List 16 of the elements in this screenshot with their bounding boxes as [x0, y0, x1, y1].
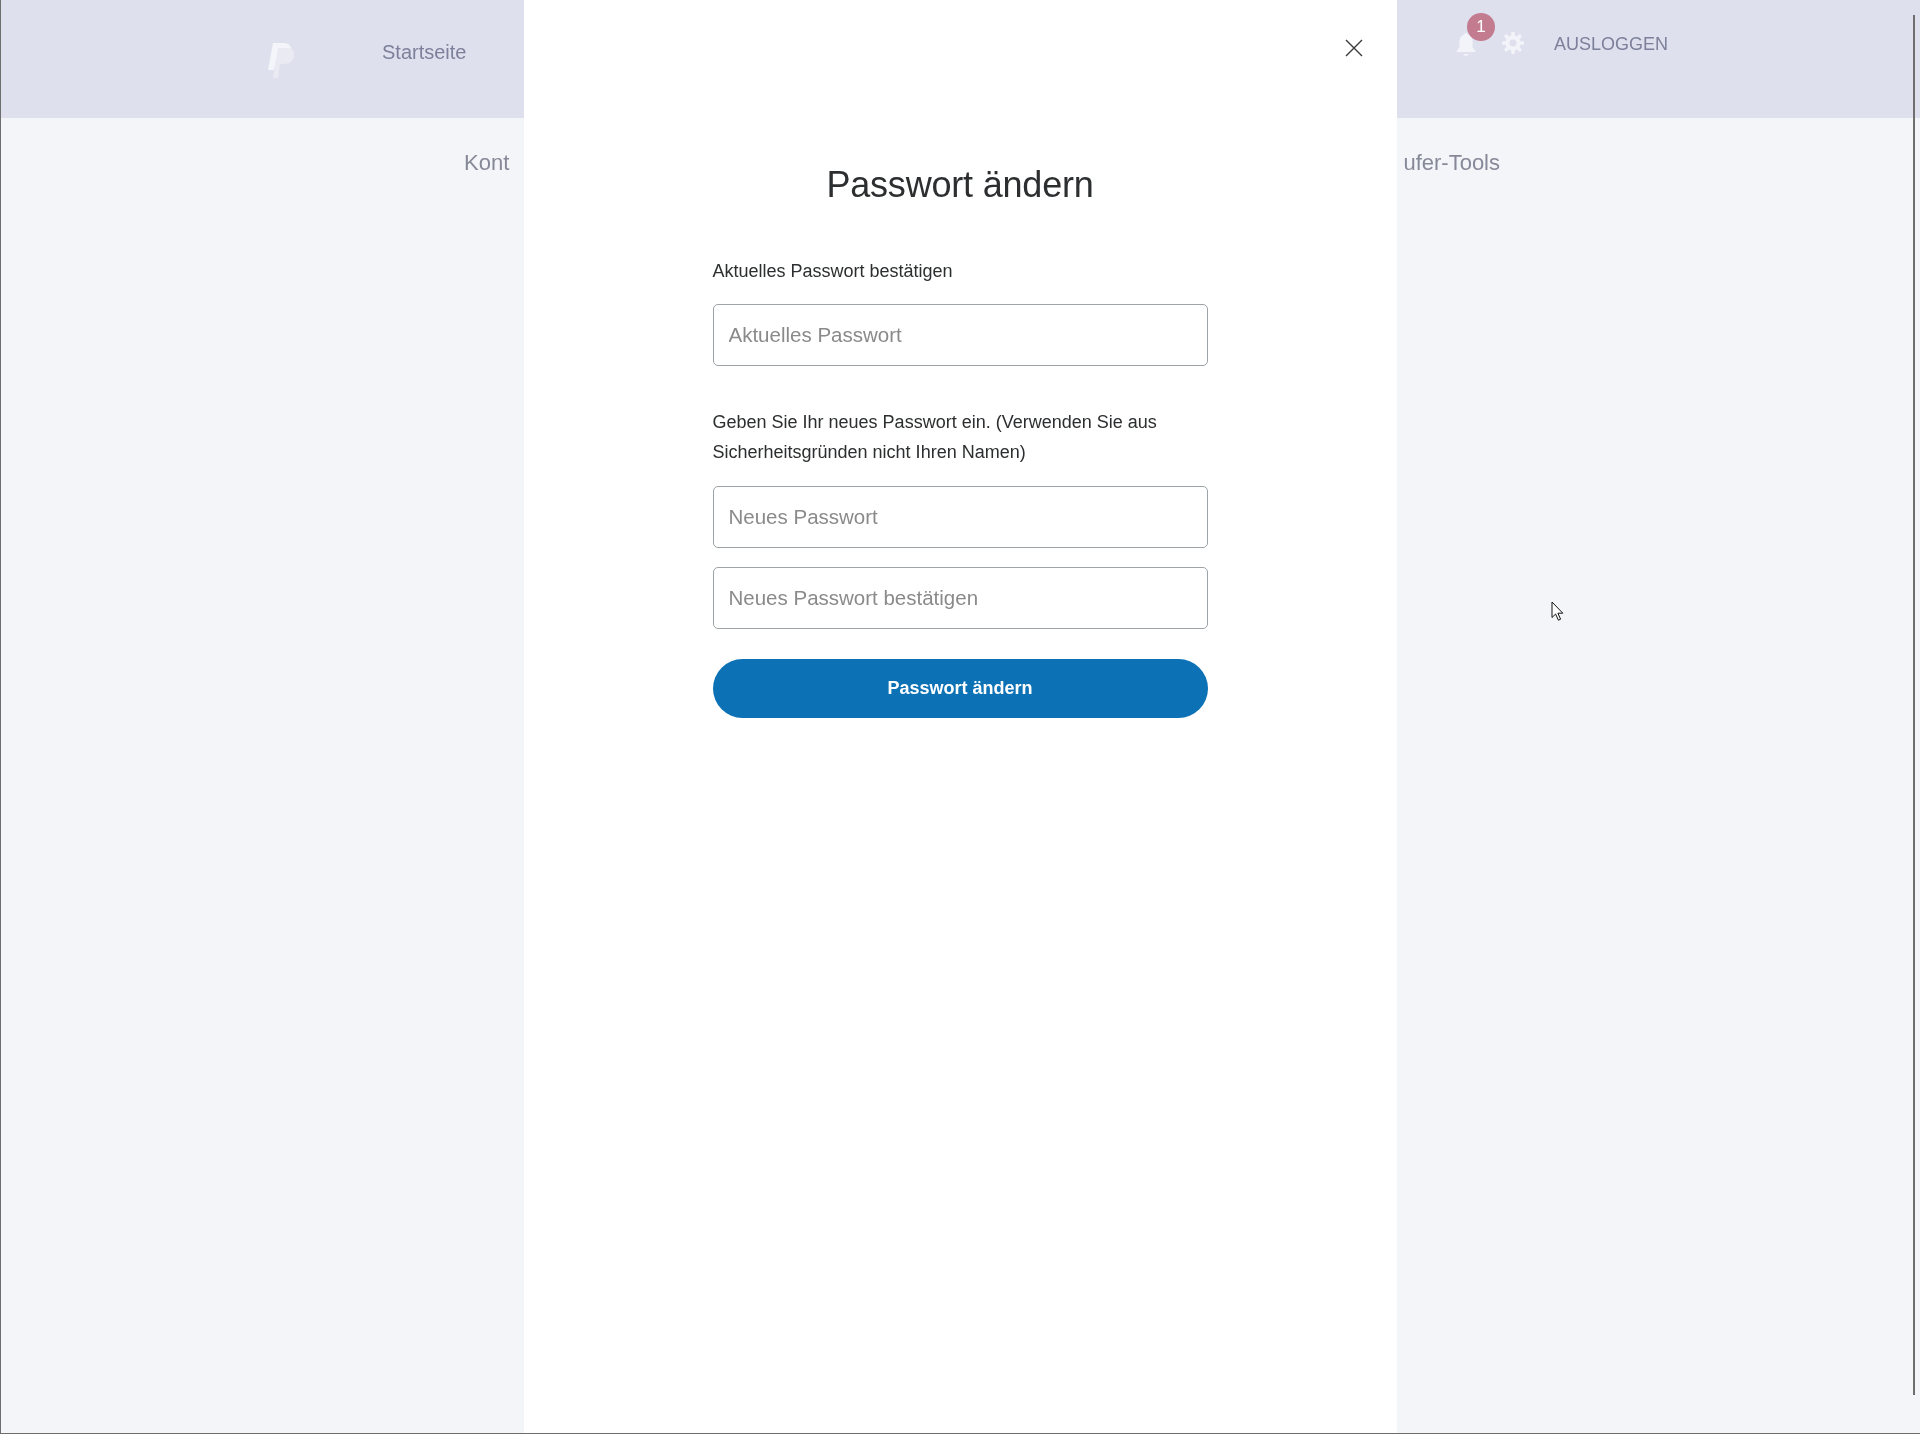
nav-link[interactable]: Startseite: [382, 40, 467, 64]
mouse-pointer-icon: [1551, 601, 1564, 621]
scrollbar-thumb[interactable]: [1913, 15, 1915, 1395]
notification-count: 1: [1466, 13, 1495, 41]
instruction-text: Geben Sie Ihr neues Passwort ein. (Verwenden Sie aus Sicherheitsgründen nicht Ihren Namen): [712, 411, 1158, 464]
subnav-link[interactable]: ufer-Tools: [1403, 150, 1500, 176]
password-field[interactable]: Neues Passwort bestätigen: [712, 567, 1208, 629]
submit-button[interactable]: Passwort ändern: [712, 659, 1208, 718]
close-icon[interactable]: [1344, 39, 1363, 57]
password-field[interactable]: Aktuelles Passwort: [712, 304, 1208, 366]
dialog-title: Passwort ändern: [825, 163, 1095, 206]
logout-link[interactable]: AUSLOGGEN: [1553, 33, 1668, 55]
subnav-link[interactable]: Kont: [464, 150, 510, 176]
password-field[interactable]: Neues Passwort: [712, 486, 1208, 548]
bell-icon[interactable]: [1455, 31, 1476, 56]
field-label: Aktuelles Passwort bestätigen: [712, 260, 954, 283]
